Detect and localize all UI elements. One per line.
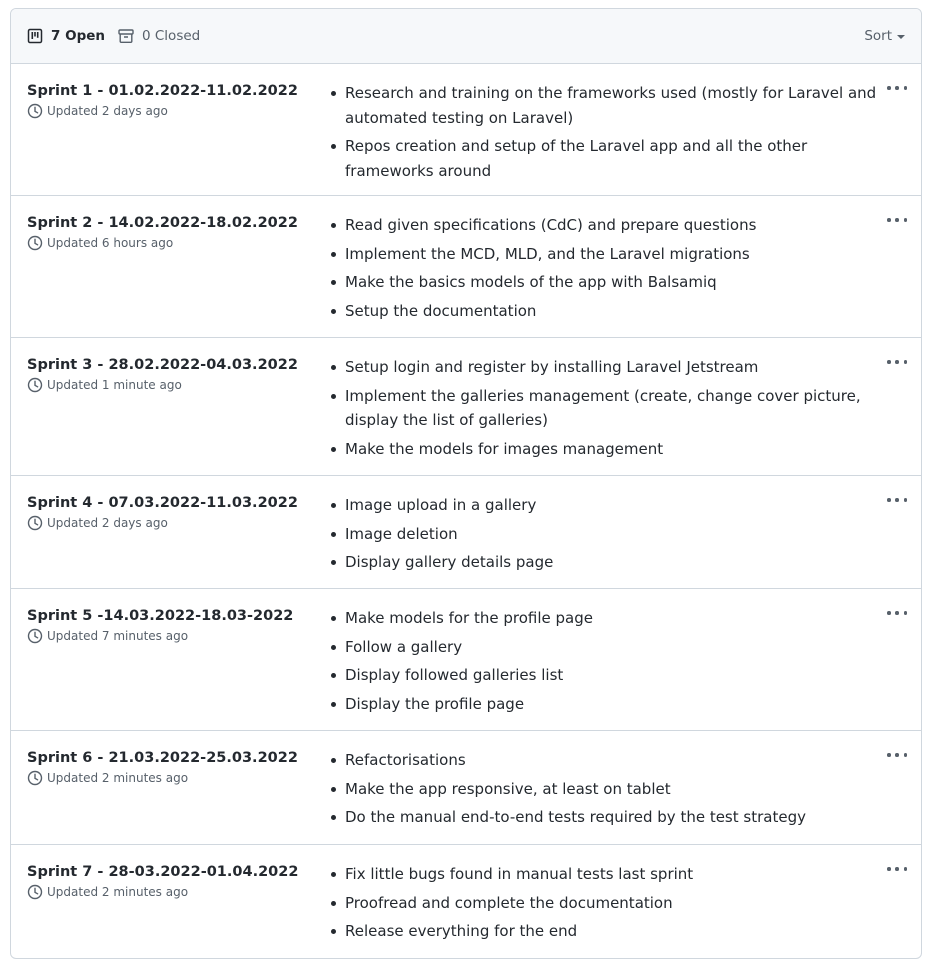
milestone-task-item: Proofread and complete the documentation	[329, 891, 877, 916]
milestone-task-item: Image upload in a gallery	[329, 493, 877, 518]
sort-label: Sort	[864, 28, 892, 44]
milestone-updated: Updated 2 days ago	[27, 515, 329, 531]
more-options-icon[interactable]	[887, 354, 907, 370]
milestone-task-item: Setup login and register by installing L…	[329, 355, 877, 380]
milestone-task-item: Setup the documentation	[329, 299, 877, 324]
milestone-row: Sprint 7 - 28-03.2022-01.04.2022 Updated…	[11, 845, 921, 958]
milestone-task-item: Display followed galleries list	[329, 663, 877, 688]
milestone-task-item: Implement the MCD, MLD, and the Laravel …	[329, 242, 877, 267]
clock-icon	[27, 884, 43, 900]
milestone-task-item: Release everything for the end	[329, 919, 877, 944]
milestones-box: 7 Open 0 Closed Sort Sprint 1 - 01.02.20…	[10, 8, 922, 959]
milestone-meta: Sprint 6 - 21.03.2022-25.03.2022 Updated…	[27, 731, 329, 844]
milestone-updated: Updated 1 minute ago	[27, 377, 329, 393]
more-options-icon[interactable]	[887, 747, 907, 763]
milestone-task-list: Read given specifications (CdC) and prep…	[329, 213, 877, 323]
milestone-updated: Updated 7 minutes ago	[27, 628, 329, 644]
clock-icon	[27, 515, 43, 531]
open-milestones-link[interactable]: 7 Open	[27, 28, 105, 44]
milestone-description: Research and training on the frameworks …	[329, 64, 921, 195]
milestone-task-list: Fix little bugs found in manual tests la…	[329, 862, 877, 944]
caret-down-icon	[897, 35, 905, 39]
milestone-task-item: Do the manual end-to-end tests required …	[329, 805, 877, 830]
milestone-updated-text: Updated 2 minutes ago	[47, 771, 189, 785]
milestone-title[interactable]: Sprint 2 - 14.02.2022-18.02.2022	[27, 215, 329, 231]
milestone-row: Sprint 5 -14.03.2022-18.03-2022 Updated …	[11, 589, 921, 731]
milestone-updated-text: Updated 1 minute ago	[47, 378, 182, 392]
milestone-updated-text: Updated 7 minutes ago	[47, 629, 189, 643]
milestone-updated-text: Updated 2 days ago	[47, 104, 168, 118]
milestone-meta: Sprint 2 - 14.02.2022-18.02.2022 Updated…	[27, 196, 329, 337]
milestone-description: Refactorisations Make the app responsive,…	[329, 731, 921, 844]
clock-icon	[27, 377, 43, 393]
milestone-row: Sprint 6 - 21.03.2022-25.03.2022 Updated…	[11, 731, 921, 845]
clock-icon	[27, 770, 43, 786]
more-options-icon[interactable]	[887, 80, 907, 96]
milestone-list: Sprint 1 - 01.02.2022-11.02.2022 Updated…	[11, 64, 921, 958]
milestone-meta: Sprint 7 - 28-03.2022-01.04.2022 Updated…	[27, 845, 329, 958]
milestone-description: Setup login and register by installing L…	[329, 338, 921, 475]
milestone-row: Sprint 4 - 07.03.2022-11.03.2022 Updated…	[11, 476, 921, 589]
milestone-updated: Updated 6 hours ago	[27, 235, 329, 251]
milestone-title[interactable]: Sprint 4 - 07.03.2022-11.03.2022	[27, 495, 329, 511]
milestone-meta: Sprint 4 - 07.03.2022-11.03.2022 Updated…	[27, 476, 329, 588]
milestone-task-list: Setup login and register by installing L…	[329, 355, 877, 461]
milestone-task-list: Make models for the profile page Follow a…	[329, 606, 877, 716]
milestone-row: Sprint 3 - 28.02.2022-04.03.2022 Updated…	[11, 338, 921, 476]
milestone-meta: Sprint 5 -14.03.2022-18.03-2022 Updated …	[27, 589, 329, 730]
milestone-meta: Sprint 1 - 01.02.2022-11.02.2022 Updated…	[27, 64, 329, 195]
milestone-updated: Updated 2 minutes ago	[27, 884, 329, 900]
sort-dropdown[interactable]: Sort	[864, 28, 905, 44]
milestone-meta: Sprint 3 - 28.02.2022-04.03.2022 Updated…	[27, 338, 329, 475]
milestone-task-item: Make models for the profile page	[329, 606, 877, 631]
more-options-icon[interactable]	[887, 212, 907, 228]
state-filter: 7 Open 0 Closed	[27, 28, 200, 44]
milestone-row: Sprint 2 - 14.02.2022-18.02.2022 Updated…	[11, 196, 921, 338]
milestone-task-list: Research and training on the frameworks …	[329, 81, 877, 183]
milestone-title[interactable]: Sprint 6 - 21.03.2022-25.03.2022	[27, 750, 329, 766]
milestone-task-item: Image deletion	[329, 522, 877, 547]
milestone-task-item: Research and training on the frameworks …	[329, 81, 877, 130]
milestone-title[interactable]: Sprint 7 - 28-03.2022-01.04.2022	[27, 864, 329, 880]
milestone-updated: Updated 2 days ago	[27, 103, 329, 119]
more-options-icon[interactable]	[887, 605, 907, 621]
milestones-header: 7 Open 0 Closed Sort	[11, 9, 921, 64]
milestone-updated: Updated 2 minutes ago	[27, 770, 329, 786]
milestone-task-item: Display the profile page	[329, 692, 877, 717]
clock-icon	[27, 628, 43, 644]
milestone-task-item: Make the app responsive, at least on tab…	[329, 777, 877, 802]
more-options-icon[interactable]	[887, 492, 907, 508]
milestone-title[interactable]: Sprint 5 -14.03.2022-18.03-2022	[27, 608, 329, 624]
milestone-task-item: Make the models for images management	[329, 437, 877, 462]
milestone-task-item: Follow a gallery	[329, 635, 877, 660]
milestone-description: Make models for the profile page Follow a…	[329, 589, 921, 730]
milestone-row: Sprint 1 - 01.02.2022-11.02.2022 Updated…	[11, 64, 921, 196]
milestone-description: Image upload in a gallery Image deletion D…	[329, 476, 921, 588]
milestone-title[interactable]: Sprint 1 - 01.02.2022-11.02.2022	[27, 83, 329, 99]
open-count-label: 7 Open	[51, 28, 105, 44]
milestone-open-icon	[27, 28, 43, 44]
clock-icon	[27, 103, 43, 119]
milestone-task-item: Repos creation and setup of the Laravel …	[329, 134, 877, 183]
milestone-updated-text: Updated 2 minutes ago	[47, 885, 189, 899]
milestone-title[interactable]: Sprint 3 - 28.02.2022-04.03.2022	[27, 357, 329, 373]
milestone-updated-text: Updated 2 days ago	[47, 516, 168, 530]
milestone-task-item: Implement the galleries management (crea…	[329, 384, 877, 433]
milestone-description: Fix little bugs found in manual tests la…	[329, 845, 921, 958]
milestone-task-item: Make the basics models of the app with B…	[329, 270, 877, 295]
archive-icon	[118, 29, 134, 43]
closed-milestones-link[interactable]: 0 Closed	[118, 28, 200, 44]
milestone-description: Read given specifications (CdC) and prep…	[329, 196, 921, 337]
milestone-updated-text: Updated 6 hours ago	[47, 236, 174, 250]
milestone-task-list: Refactorisations Make the app responsive,…	[329, 748, 877, 830]
milestone-task-item: Read given specifications (CdC) and prep…	[329, 213, 877, 238]
more-options-icon[interactable]	[887, 861, 907, 877]
milestone-task-list: Image upload in a gallery Image deletion D…	[329, 493, 877, 575]
closed-count-label: 0 Closed	[142, 28, 201, 44]
clock-icon	[27, 235, 43, 251]
milestone-task-item: Display gallery details page	[329, 550, 877, 575]
milestone-task-item: Fix little bugs found in manual tests la…	[329, 862, 877, 887]
milestone-task-item: Refactorisations	[329, 748, 877, 773]
